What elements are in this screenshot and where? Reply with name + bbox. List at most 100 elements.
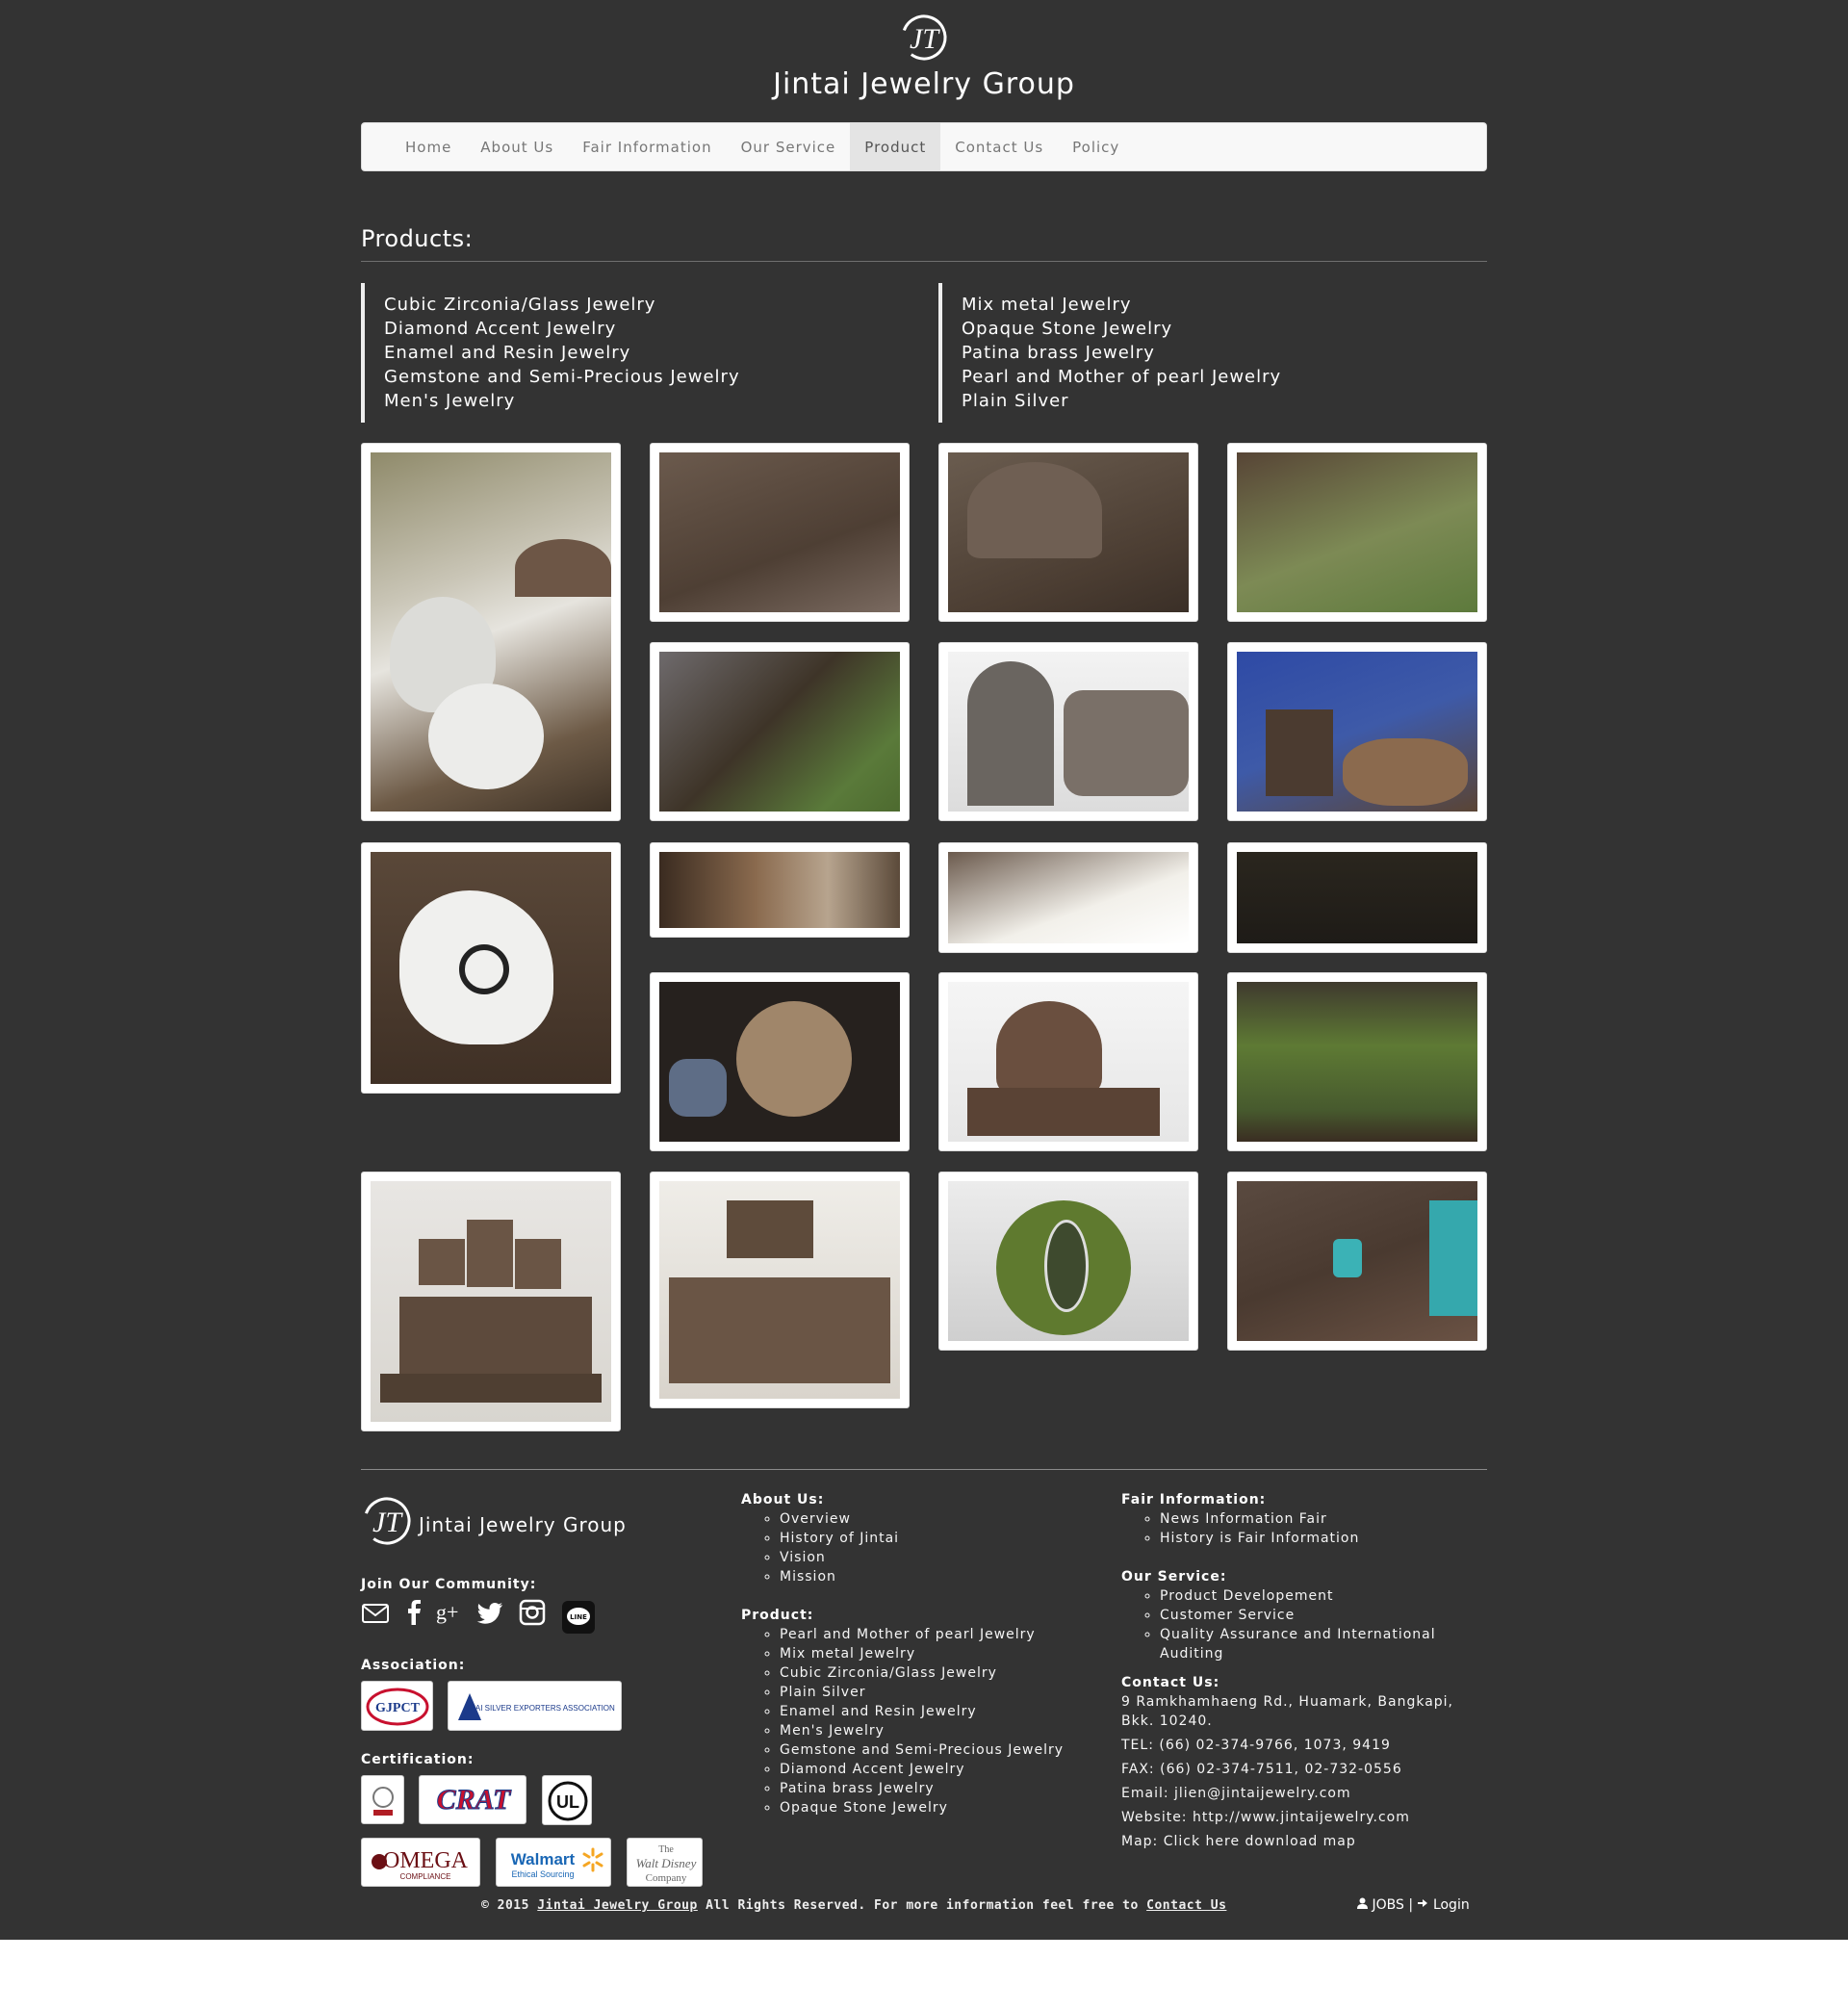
nav-policy[interactable]: Policy bbox=[1058, 123, 1134, 170]
product-link[interactable]: Cubic Zirconia/Glass Jewelry bbox=[780, 1663, 1064, 1683]
logo-mark-icon: JT bbox=[901, 14, 947, 61]
product-thumbnail[interactable] bbox=[361, 842, 621, 1094]
category-link[interactable]: Plain Silver bbox=[962, 389, 1487, 413]
nav-home[interactable]: Home bbox=[391, 123, 466, 170]
jobs-link[interactable]: JOBS bbox=[1372, 1897, 1403, 1913]
product-thumbnail[interactable] bbox=[938, 443, 1198, 622]
category-list-right: Mix metal Jewelry Opaque Stone Jewelry P… bbox=[938, 283, 1487, 423]
page: JT Jintai Jewelry Group Home About Us Fa… bbox=[0, 0, 1848, 1940]
omega-compliance-badge[interactable]: OMEGA COMPLIANCE bbox=[361, 1838, 480, 1887]
email-icon[interactable] bbox=[361, 1598, 390, 1627]
product-photo bbox=[371, 852, 611, 1084]
svg-text:GJPCT: GJPCT bbox=[375, 1701, 421, 1715]
product-thumbnail[interactable] bbox=[650, 1172, 910, 1408]
nav-about-us[interactable]: About Us bbox=[466, 123, 568, 170]
category-link[interactable]: Enamel and Resin Jewelry bbox=[384, 341, 919, 365]
nav-fair-information[interactable]: Fair Information bbox=[568, 123, 726, 170]
nav-contact-us[interactable]: Contact Us bbox=[940, 123, 1058, 170]
google-plus-icon[interactable]: g+ bbox=[435, 1598, 464, 1627]
ul-badge[interactable]: UL bbox=[542, 1775, 592, 1825]
product-link[interactable]: Mix metal Jewelry bbox=[780, 1644, 1064, 1663]
fair-link[interactable]: History is Fair Information bbox=[1160, 1529, 1359, 1548]
line-icon[interactable]: LINE bbox=[561, 1600, 596, 1635]
about-link[interactable]: Mission bbox=[780, 1567, 899, 1586]
product-photo bbox=[948, 652, 1189, 812]
category-link[interactable]: Cubic Zirconia/Glass Jewelry bbox=[384, 293, 919, 317]
walmart-badge[interactable]: Walmart Ethical Sourcing bbox=[496, 1838, 611, 1887]
fair-heading: Fair Information: bbox=[1121, 1492, 1267, 1508]
footer-brand: Jintai Jewelry Group bbox=[419, 1513, 627, 1536]
product-thumbnail[interactable] bbox=[650, 443, 910, 622]
category-link[interactable]: Mix metal Jewelry bbox=[962, 293, 1487, 317]
nav-our-service[interactable]: Our Service bbox=[727, 123, 851, 170]
about-link[interactable]: History of Jintai bbox=[780, 1529, 899, 1548]
product-link[interactable]: Enamel and Resin Jewelry bbox=[780, 1702, 1064, 1721]
category-link[interactable]: Opaque Stone Jewelry bbox=[962, 317, 1487, 341]
service-link[interactable]: Quality Assurance and International bbox=[1160, 1625, 1436, 1644]
product-link[interactable]: Pearl and Mother of pearl Jewelry bbox=[780, 1625, 1064, 1644]
service-link[interactable]: Customer Service bbox=[1160, 1606, 1436, 1625]
service-heading: Our Service: bbox=[1121, 1569, 1227, 1585]
disney-badge[interactable]: The Walt Disney Company bbox=[627, 1838, 703, 1887]
product-thumbnail[interactable] bbox=[938, 842, 1198, 953]
category-link[interactable]: Patina brass Jewelry bbox=[962, 341, 1487, 365]
product-thumbnail[interactable] bbox=[938, 642, 1198, 821]
svg-text:CRAT: CRAT bbox=[437, 1784, 512, 1816]
email-link[interactable]: Email: jlien@jintaijewelry.com bbox=[1121, 1784, 1351, 1803]
product-link[interactable]: Plain Silver bbox=[780, 1683, 1064, 1702]
product-thumbnail[interactable] bbox=[938, 1172, 1198, 1351]
product-thumbnail[interactable] bbox=[1227, 642, 1487, 821]
login-link[interactable]: Login bbox=[1433, 1897, 1470, 1913]
copyright-brand-link[interactable]: Jintai Jewelry Group bbox=[537, 1898, 698, 1913]
product-link[interactable]: Gemstone and Semi-Precious Jewelry bbox=[780, 1740, 1064, 1760]
product-photo bbox=[948, 852, 1189, 943]
category-link[interactable]: Diamond Accent Jewelry bbox=[384, 317, 919, 341]
about-link[interactable]: Overview bbox=[780, 1509, 899, 1529]
service-link[interactable]: Product Developement bbox=[1160, 1586, 1436, 1606]
svg-text:LINE: LINE bbox=[570, 1613, 587, 1621]
nav-product[interactable]: Product bbox=[850, 123, 941, 170]
twitter-icon[interactable] bbox=[476, 1598, 505, 1627]
product-photo bbox=[1237, 652, 1477, 812]
product-photo bbox=[659, 982, 900, 1142]
main-nav: Home About Us Fair Information Our Servi… bbox=[361, 122, 1487, 171]
logo[interactable]: JT bbox=[0, 8, 1848, 71]
product-thumbnail[interactable] bbox=[1227, 1172, 1487, 1351]
footer-logo-icon[interactable]: JT bbox=[361, 1487, 413, 1555]
contact-heading: Contact Us: bbox=[1121, 1675, 1220, 1690]
svg-text:OMEGA: OMEGA bbox=[383, 1848, 469, 1873]
website-link[interactable]: Website: http://www.jintaijewelry.com bbox=[1121, 1808, 1410, 1827]
crat-badge[interactable]: CRAT bbox=[419, 1775, 526, 1824]
product-thumbnail[interactable] bbox=[650, 972, 910, 1151]
product-thumbnail[interactable] bbox=[361, 443, 621, 821]
instagram-icon[interactable] bbox=[518, 1598, 547, 1627]
certification-heading: Certification: bbox=[361, 1752, 475, 1767]
product-link[interactable]: Diamond Accent Jewelry bbox=[780, 1760, 1064, 1779]
product-link[interactable]: Patina brass Jewelry bbox=[780, 1779, 1064, 1798]
product-thumbnail[interactable] bbox=[938, 972, 1198, 1151]
category-link[interactable]: Men's Jewelry bbox=[384, 389, 919, 413]
map-link[interactable]: Map: Click here download map bbox=[1121, 1832, 1356, 1851]
product-link[interactable]: Men's Jewelry bbox=[780, 1721, 1064, 1740]
product-link[interactable]: Opaque Stone Jewelry bbox=[780, 1798, 1064, 1817]
product-heading: Product: bbox=[741, 1608, 814, 1623]
product-thumbnail[interactable] bbox=[361, 1172, 621, 1431]
service-link-continued[interactable]: Auditing bbox=[1160, 1644, 1436, 1663]
product-thumbnail[interactable] bbox=[1227, 842, 1487, 953]
about-link[interactable]: Vision bbox=[780, 1548, 899, 1567]
facebook-icon[interactable] bbox=[399, 1598, 428, 1627]
product-links: Pearl and Mother of pearl Jewelry Mix me… bbox=[741, 1625, 1064, 1817]
product-thumbnail[interactable] bbox=[650, 842, 910, 938]
product-thumbnail[interactable] bbox=[1227, 972, 1487, 1151]
bureau-veritas-badge[interactable] bbox=[361, 1775, 404, 1824]
products-heading: Products: bbox=[361, 225, 1487, 262]
product-thumbnail[interactable] bbox=[650, 642, 910, 821]
product-thumbnail[interactable] bbox=[1227, 443, 1487, 622]
gjpct-badge[interactable]: GJPCT bbox=[361, 1681, 433, 1731]
category-link[interactable]: Pearl and Mother of pearl Jewelry bbox=[962, 365, 1487, 389]
category-link[interactable]: Gemstone and Semi-Precious Jewelry bbox=[384, 365, 919, 389]
thai-silver-exporters-badge[interactable]: THAI SILVER EXPORTERS ASSOCIATION bbox=[448, 1681, 622, 1731]
fair-link[interactable]: News Information Fair bbox=[1160, 1509, 1359, 1529]
copyright-contact-link[interactable]: Contact Us bbox=[1146, 1898, 1226, 1913]
address-line-2: Bkk. 10240. bbox=[1121, 1714, 1213, 1729]
